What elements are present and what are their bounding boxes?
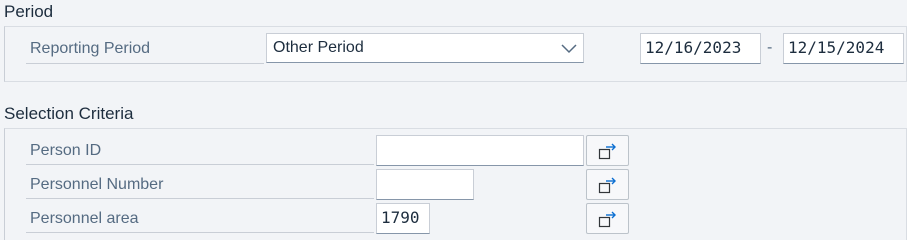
personnel-area-label-underline bbox=[26, 232, 374, 233]
personnel-number-multiple-selection-button[interactable] bbox=[586, 169, 629, 200]
multiple-selection-icon bbox=[598, 211, 616, 228]
reporting-period-select[interactable]: Other Period bbox=[266, 33, 584, 63]
reporting-period-select-value: Other Period bbox=[273, 39, 364, 56]
person-id-label-underline bbox=[26, 164, 374, 165]
date-from-field[interactable]: 12/16/2023 bbox=[640, 33, 761, 64]
personnel-number-input[interactable] bbox=[376, 169, 474, 200]
person-id-multiple-selection-button[interactable] bbox=[586, 135, 629, 166]
reporting-period-label: Reporting Period bbox=[30, 40, 151, 57]
selection-criteria-section-title: Selection Criteria bbox=[4, 104, 134, 123]
personnel-number-label: Personnel Number bbox=[30, 176, 164, 193]
date-to-field[interactable]: 12/15/2024 bbox=[783, 33, 904, 64]
personnel-area-label: Personnel area bbox=[30, 210, 139, 227]
reporting-period-label-underline bbox=[26, 63, 264, 64]
multiple-selection-icon bbox=[598, 143, 616, 160]
person-id-input[interactable] bbox=[376, 135, 584, 166]
personnel-area-input[interactable]: 1790 bbox=[376, 203, 430, 234]
chevron-down-icon bbox=[561, 44, 577, 54]
personnel-area-multiple-selection-button[interactable] bbox=[586, 203, 629, 234]
multiple-selection-icon bbox=[598, 177, 616, 194]
period-section-title: Period bbox=[4, 2, 54, 21]
date-range-separator: - bbox=[767, 39, 773, 56]
personnel-number-label-underline bbox=[26, 198, 374, 199]
person-id-label: Person ID bbox=[30, 142, 102, 159]
